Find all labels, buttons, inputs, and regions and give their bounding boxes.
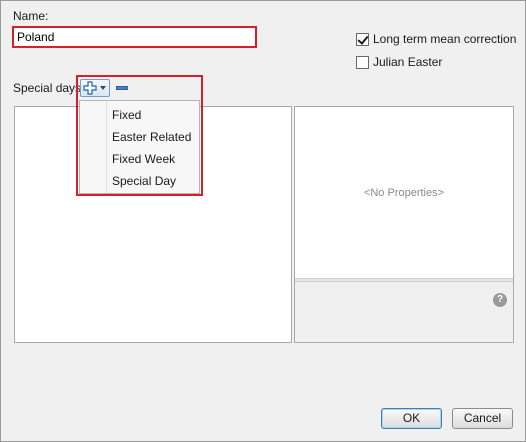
menu-highlight-box	[76, 75, 203, 196]
checkbox-box[interactable]	[356, 55, 369, 69]
special-days-label: Special days	[13, 81, 82, 95]
julian-easter-label: Julian Easter	[373, 55, 443, 69]
ok-button[interactable]: OK	[381, 408, 442, 429]
name-input[interactable]	[12, 26, 257, 48]
name-label: Name:	[13, 9, 49, 23]
properties-description: ?	[295, 282, 513, 342]
julian-easter-checkbox[interactable]: Julian Easter	[356, 55, 442, 69]
properties-panel: <No Properties> ?	[294, 106, 514, 343]
help-icon[interactable]: ?	[493, 293, 507, 307]
dialog: Name: Long term mean correction Julian E…	[0, 0, 526, 442]
long-term-mean-correction-checkbox[interactable]: Long term mean correction	[356, 32, 516, 46]
no-properties-text: <No Properties>	[363, 187, 445, 199]
checkbox-box[interactable]	[356, 32, 369, 46]
long-term-mean-correction-label: Long term mean correction	[373, 32, 517, 46]
cancel-button[interactable]: Cancel	[452, 408, 513, 429]
